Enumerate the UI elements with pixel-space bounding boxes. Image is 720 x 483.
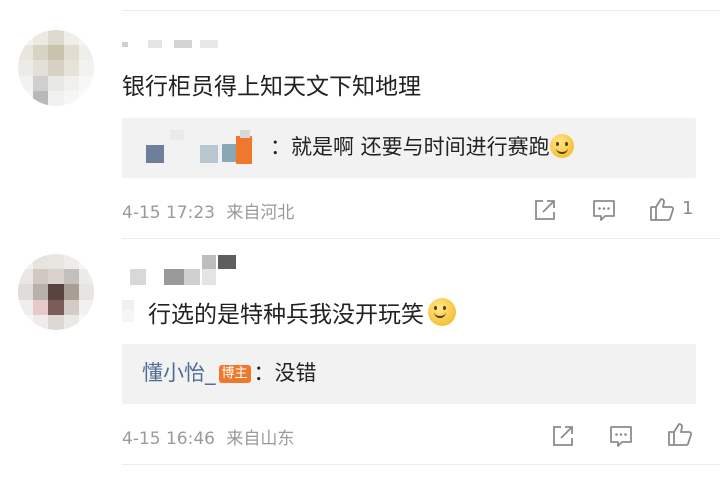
username-mosaic[interactable] <box>122 40 232 52</box>
like-button[interactable] <box>648 195 676 223</box>
reply-username[interactable]: 懂小怡_ <box>142 361 216 385</box>
like-button[interactable] <box>666 420 694 448</box>
reply-box[interactable]: 懂小怡_ 博主 ：没错 <box>122 344 696 404</box>
comment-button[interactable] <box>607 422 635 450</box>
avatar[interactable] <box>18 254 94 330</box>
username-mosaic[interactable] <box>122 255 252 291</box>
text-mosaic <box>122 296 148 326</box>
comment-icon <box>610 426 632 447</box>
reply-username-mosaic[interactable] <box>144 130 284 166</box>
comment-time: 4-15 16:46 <box>122 429 215 449</box>
comment-meta: 4-15 17:23 来自河北 <box>122 198 294 223</box>
like-count: 1 <box>682 198 694 219</box>
comment-location: 来自河北 <box>226 203 295 223</box>
comment-meta: 4-15 16:46 来自山东 <box>122 424 294 449</box>
share-icon <box>535 200 555 220</box>
reply-content: ：没错 <box>253 361 317 385</box>
top-divider <box>122 10 720 11</box>
reply-text: 懂小怡_ 博主 ：没错 <box>142 359 317 387</box>
share-button[interactable] <box>549 422 577 450</box>
author-badge: 博主 <box>218 365 251 383</box>
reply-box[interactable]: ：就是啊 还要与时间进行赛跑 <box>122 118 696 178</box>
thumbs-up-icon <box>668 423 693 446</box>
avatar[interactable] <box>18 30 94 106</box>
share-icon <box>553 426 573 446</box>
comment-text: 行选的是特种兵我没开玩笑 <box>148 298 456 330</box>
share-button[interactable] <box>531 196 559 224</box>
comment-location: 来自山东 <box>226 429 295 449</box>
comment-text: 银行柜员得上知天文下知地理 <box>122 74 421 100</box>
smile-emoji-icon <box>549 134 574 158</box>
comment-divider <box>122 238 720 239</box>
comment-button[interactable] <box>590 196 618 224</box>
reply-text: ：就是啊 还要与时间进行赛跑 <box>270 133 574 161</box>
thumbs-up-icon <box>650 198 675 221</box>
bottom-divider <box>122 464 720 465</box>
comment-time: 4-15 17:23 <box>122 203 215 223</box>
comment-content: 行选的是特种兵我没开玩笑 <box>148 302 424 328</box>
reply-content: ：就是啊 还要与时间进行赛跑 <box>270 135 550 159</box>
comment-icon <box>593 200 615 221</box>
smile-emoji-icon <box>428 298 456 326</box>
